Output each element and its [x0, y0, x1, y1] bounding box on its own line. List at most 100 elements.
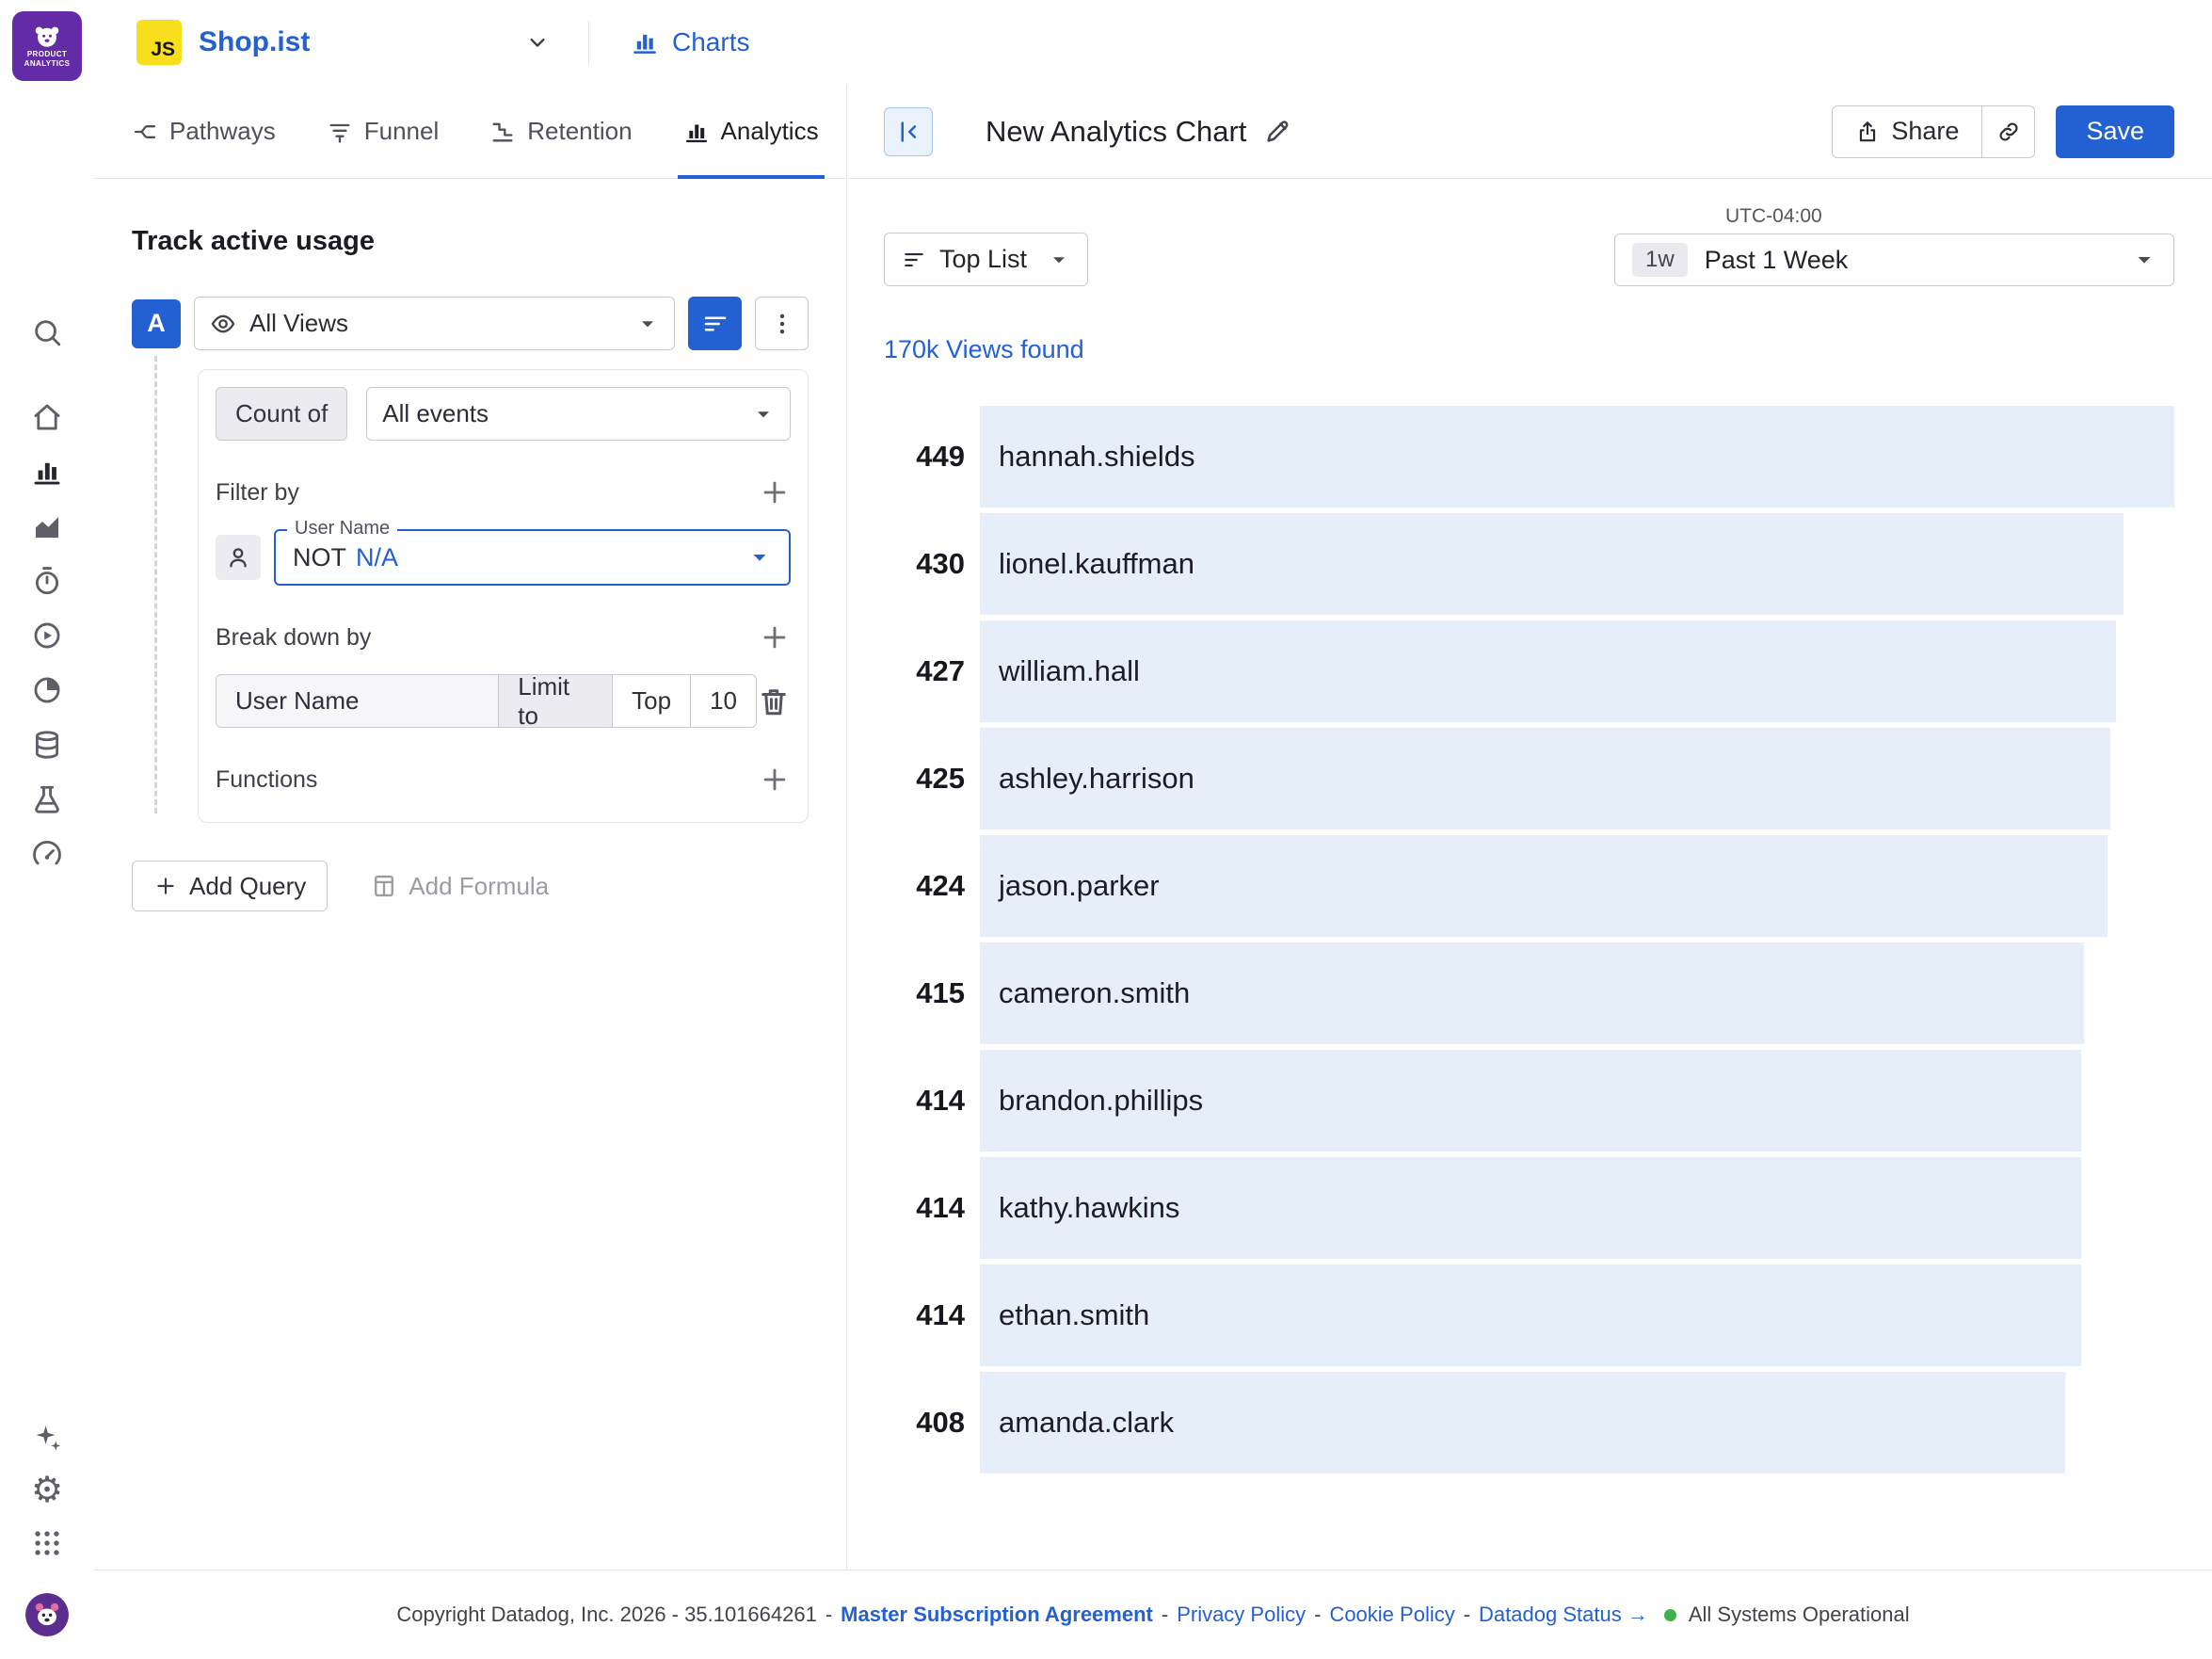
database-icon[interactable] [31, 729, 63, 761]
footer-content: Copyright Datadog, Inc. 2026 - 35.101664… [396, 1603, 1909, 1627]
footer: Copyright Datadog, Inc. 2026 - 35.101664… [94, 1570, 2212, 1659]
toplist-row[interactable]: 408amanda.clark [848, 1372, 2174, 1474]
gauge-icon[interactable] [31, 838, 63, 870]
person-icon [225, 544, 251, 571]
tab-label: Pathways [169, 117, 276, 146]
footer-link[interactable]: Datadog Status → [1479, 1603, 1648, 1627]
toplist-row[interactable]: 430lionel.kauffman [848, 513, 2174, 615]
chevron-down-icon [524, 29, 551, 56]
edit-title-pencil-icon[interactable] [1263, 118, 1291, 146]
timer-icon[interactable] [31, 565, 63, 597]
product-analytics-logo[interactable]: PRODUCTANALYTICS [12, 11, 82, 81]
filter-operator: NOT [293, 543, 346, 572]
add-query-button[interactable]: Add Query [132, 861, 328, 911]
footer-link[interactable]: Master Subscription Agreement [841, 1603, 1153, 1627]
link-icon [1996, 120, 2021, 144]
breakdown-field[interactable]: User Name [216, 674, 499, 728]
toplist-bar-area: lionel.kauffman [980, 513, 2174, 615]
charts-icon [631, 28, 659, 56]
toplist-row[interactable]: 449hannah.shields [848, 406, 2174, 507]
toplist-row[interactable]: 414ethan.smith [848, 1264, 2174, 1366]
toplist-value: 408 [848, 1372, 980, 1474]
home-icon[interactable] [31, 401, 63, 433]
toplist-bar[interactable]: amanda.clark [980, 1372, 2065, 1474]
visualization-select[interactable]: Top List [884, 233, 1088, 286]
toplist-bar[interactable]: ethan.smith [980, 1264, 2081, 1366]
footer-separator: - [1464, 1603, 1470, 1627]
toplist-row[interactable]: 414kathy.hawkins [848, 1157, 2174, 1259]
tab-retention[interactable]: Retention [489, 85, 632, 178]
sidebar-bottom-area: ⚙ [25, 1422, 69, 1659]
apps-grid-icon[interactable] [31, 1527, 63, 1559]
footer-link[interactable]: Privacy Policy [1177, 1603, 1306, 1627]
toplist-category: jason.parker [980, 869, 1160, 903]
toplist-row[interactable]: 415cameron.smith [848, 942, 2174, 1044]
toplist-row[interactable]: 414brandon.phillips [848, 1050, 2174, 1152]
query-options-button[interactable] [755, 297, 809, 350]
play-icon[interactable] [31, 620, 63, 652]
breakdown-label: Break down by [216, 624, 371, 652]
toplist-bar[interactable]: ashley.harrison [980, 728, 2110, 830]
toplist-row[interactable]: 427william.hall [848, 620, 2174, 722]
time-range-select[interactable]: 1w Past 1 Week [1614, 234, 2174, 286]
toplist-value: 414 [848, 1050, 980, 1152]
filter-icon [701, 310, 729, 338]
toplist-category: hannah.shields [980, 440, 1195, 474]
app-name: Shop.ist [199, 26, 310, 58]
left-tabs: Pathways Funnel Retention Analytics [94, 85, 846, 179]
toplist-value: 427 [848, 620, 980, 722]
page-title: Track active usage [132, 226, 809, 257]
toplist-bar[interactable]: kathy.hawkins [980, 1157, 2081, 1259]
save-button[interactable]: Save [2056, 105, 2174, 158]
copy-link-button[interactable] [1982, 105, 2035, 158]
toplist-bar[interactable]: jason.parker [980, 835, 2108, 937]
share-button[interactable]: Share [1832, 105, 1982, 158]
toplist-bar[interactable]: cameron.smith [980, 942, 2084, 1044]
filter-value-select[interactable]: User Name NOT N/A [274, 529, 791, 586]
top-toggle[interactable]: Top [613, 674, 691, 728]
toplist-category: ashley.harrison [980, 762, 1194, 796]
limit-to-chip[interactable]: Limit to [499, 674, 613, 728]
toplist-bar[interactable]: william.hall [980, 620, 2116, 722]
toplist-category: william.hall [980, 654, 1140, 688]
tab-funnel[interactable]: Funnel [327, 85, 440, 178]
app-selector[interactable]: JS Shop.ist [136, 20, 551, 65]
add-formula-button[interactable]: Add Formula [371, 872, 549, 901]
pie-chart-icon[interactable] [31, 674, 63, 706]
query-panel-body: Track active usage A All Views Count of … [94, 179, 846, 911]
limit-value-input[interactable]: 10 [691, 674, 757, 728]
footer-link[interactable]: Cookie Policy [1329, 1603, 1454, 1627]
footer-copyright: Copyright Datadog, Inc. 2026 - 35.101664… [396, 1603, 816, 1627]
tab-analytics[interactable]: Analytics [683, 85, 819, 178]
gear-icon[interactable]: ⚙ [31, 1474, 63, 1506]
toplist-bar-area: kathy.hawkins [980, 1157, 2174, 1259]
collapse-panel-button[interactable] [884, 107, 933, 156]
filter-button[interactable] [688, 297, 742, 350]
user-avatar[interactable] [25, 1593, 69, 1636]
source-select[interactable]: All Views [194, 297, 675, 350]
nav-charts[interactable]: Charts [631, 27, 749, 57]
area-chart-icon[interactable] [31, 510, 63, 542]
bar-chart-icon[interactable] [31, 456, 63, 488]
flask-icon[interactable] [31, 783, 63, 815]
toplist-bar[interactable]: brandon.phillips [980, 1050, 2081, 1152]
user-attribute-chip[interactable] [216, 535, 261, 580]
tab-pathways[interactable]: Pathways [132, 85, 276, 178]
add-function-button[interactable] [759, 764, 791, 796]
add-breakdown-button[interactable] [759, 621, 791, 653]
add-filter-button[interactable] [759, 476, 791, 508]
results-count-link[interactable]: 170k Views found [884, 335, 1084, 364]
toplist-row[interactable]: 424jason.parker [848, 835, 2174, 937]
sparkles-icon[interactable] [31, 1422, 63, 1454]
count-of-chip[interactable]: Count of [216, 387, 347, 441]
trash-icon[interactable] [757, 685, 791, 718]
search-icon[interactable] [31, 316, 63, 348]
toplist-row[interactable]: 425ashley.harrison [848, 728, 2174, 830]
toplist-bar[interactable]: hannah.shields [980, 406, 2174, 507]
toplist-bar[interactable]: lionel.kauffman [980, 513, 2124, 615]
filter-control-row: User Name NOT N/A [216, 529, 791, 586]
filter-by-row: Filter by [216, 476, 791, 508]
toplist-value: 415 [848, 942, 980, 1044]
events-select[interactable]: All events [366, 387, 791, 441]
chart-header: New Analytics Chart Share Save [848, 85, 2212, 179]
